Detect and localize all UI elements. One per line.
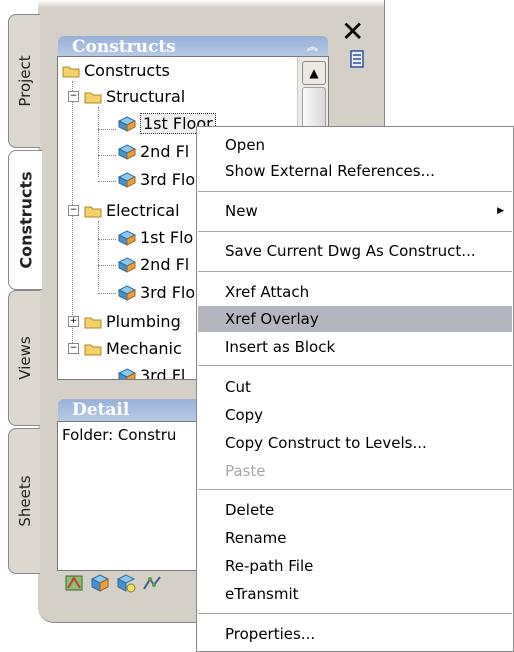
tree-node-3rd-floor[interactable]: 3rd Flo bbox=[118, 282, 195, 304]
menu-item-show-external-references[interactable]: Show External References... bbox=[198, 158, 512, 184]
tree-node-2nd-floor[interactable]: 2nd Fl bbox=[118, 254, 189, 276]
menu-item-xref-attach[interactable]: Xref Attach bbox=[198, 279, 512, 305]
menu-item-copy[interactable]: Copy bbox=[198, 402, 512, 428]
tree-node-mechanical[interactable]: Mechanic bbox=[84, 338, 182, 360]
collapse-chevron-icon[interactable]: ︽ bbox=[307, 36, 318, 58]
collapse-icon[interactable]: − bbox=[68, 91, 79, 102]
tree-node-2nd-floor[interactable]: 2nd Fl bbox=[118, 141, 189, 163]
menu-separator bbox=[198, 613, 512, 614]
add-element-icon[interactable] bbox=[89, 572, 111, 594]
menu-item-xref-overlay[interactable]: Xref Overlay bbox=[198, 306, 512, 332]
folder-icon bbox=[62, 66, 80, 78]
menu-item-cut[interactable]: Cut bbox=[198, 374, 512, 400]
tree-guide bbox=[98, 239, 116, 240]
constructs-toolbar bbox=[57, 570, 217, 596]
folder-icon bbox=[84, 92, 102, 104]
menu-item-new[interactable]: New ▶ bbox=[198, 198, 512, 224]
cube-icon bbox=[118, 368, 136, 379]
menu-item-etransmit[interactable]: eTransmit bbox=[198, 581, 512, 607]
collapse-icon[interactable]: − bbox=[68, 205, 79, 216]
tab-sheets-label: Sheets bbox=[15, 475, 34, 527]
menu-item-copy-construct-to-levels[interactable]: Copy Construct to Levels... bbox=[198, 430, 512, 456]
tree-node-label: 2nd Fl bbox=[140, 255, 190, 274]
detail-panel: Folder: Constru bbox=[57, 421, 219, 571]
tab-project[interactable]: Project bbox=[8, 14, 40, 148]
folder-icon bbox=[84, 344, 102, 356]
tree-guide bbox=[98, 181, 116, 182]
tab-views-label: Views bbox=[15, 336, 34, 380]
tree-guide bbox=[98, 293, 116, 294]
menu-separator bbox=[198, 365, 512, 366]
constructs-section-header[interactable]: Constructs ︽ bbox=[58, 36, 328, 58]
cube-icon bbox=[118, 144, 136, 160]
tree-node-label: 3rd Flo bbox=[140, 170, 196, 189]
xref-icon[interactable] bbox=[115, 572, 137, 594]
menu-separator bbox=[198, 191, 512, 192]
tree-node-3rd-floor[interactable]: 3rd Fl bbox=[118, 365, 186, 380]
expand-icon[interactable]: + bbox=[68, 316, 79, 327]
regenerate-icon[interactable] bbox=[141, 572, 163, 594]
tree-node-label: Electrical bbox=[106, 201, 180, 220]
tab-constructs-label: Constructs bbox=[16, 171, 35, 269]
constructs-section-title: Constructs bbox=[72, 37, 176, 57]
tree-node-label: Plumbing bbox=[106, 312, 181, 331]
cube-icon bbox=[118, 285, 136, 301]
tree-node-plumbing[interactable]: Plumbing bbox=[84, 311, 181, 333]
menu-item-rename[interactable]: Rename bbox=[198, 525, 512, 551]
menu-item-insert-as-block[interactable]: Insert as Block bbox=[198, 334, 512, 360]
tree-node-electrical[interactable]: Electrical bbox=[84, 200, 180, 222]
folder-icon bbox=[84, 317, 102, 329]
cube-icon bbox=[118, 172, 136, 188]
detail-section-header[interactable]: Detail bbox=[58, 399, 218, 421]
menu-separator bbox=[198, 271, 512, 272]
add-construct-icon[interactable] bbox=[63, 572, 85, 594]
tree-node-structural[interactable]: Structural bbox=[84, 86, 185, 108]
cube-icon bbox=[118, 257, 136, 273]
tree-node-label: Structural bbox=[106, 87, 186, 106]
menu-item-save-current-dwg-as-construct[interactable]: Save Current Dwg As Construct... bbox=[198, 238, 512, 264]
tree-guide bbox=[98, 129, 116, 130]
tree-node-label: Mechanic bbox=[106, 339, 182, 358]
menu-separator bbox=[198, 231, 512, 232]
tab-project-label: Project bbox=[15, 55, 34, 107]
detail-text: Folder: Constru bbox=[62, 426, 177, 444]
menu-item-paste: Paste bbox=[225, 462, 266, 480]
tree-guide bbox=[98, 221, 99, 291]
tree-node-label: Constructs bbox=[84, 61, 170, 80]
tree-node-label: 2nd Fl bbox=[140, 142, 190, 161]
tree-node-constructs[interactable]: Constructs bbox=[62, 60, 170, 82]
menu-item-open[interactable]: Open bbox=[198, 132, 512, 158]
menu-item-re-path-file[interactable]: Re-path File bbox=[198, 553, 512, 579]
detail-section-title: Detail bbox=[72, 400, 130, 420]
properties-icon[interactable] bbox=[350, 50, 364, 68]
tree-guide bbox=[98, 107, 99, 177]
tree-node-label: 3rd Flo bbox=[140, 283, 196, 302]
menu-separator bbox=[198, 489, 512, 490]
cube-icon bbox=[118, 230, 136, 246]
folder-icon bbox=[84, 206, 102, 218]
tree-node-3rd-floor[interactable]: 3rd Flo bbox=[118, 169, 195, 191]
submenu-arrow-icon: ▶ bbox=[497, 206, 504, 216]
cube-icon bbox=[118, 116, 136, 132]
collapse-icon[interactable]: − bbox=[68, 343, 79, 354]
tree-node-label: 3rd Fl bbox=[140, 366, 186, 380]
context-menu: Open Show External References... New ▶ S… bbox=[196, 126, 514, 652]
tree-guide bbox=[98, 265, 116, 266]
palette-top-edge bbox=[38, 0, 384, 8]
menu-item-properties[interactable]: Properties... bbox=[198, 621, 512, 647]
scroll-up-button[interactable]: ▲ bbox=[302, 61, 326, 85]
menu-item-delete[interactable]: Delete bbox=[198, 497, 512, 523]
tree-node-label: 1st Flo bbox=[140, 228, 194, 247]
tab-constructs[interactable]: Constructs bbox=[8, 150, 42, 290]
tab-sheets[interactable]: Sheets bbox=[8, 428, 40, 574]
tab-views[interactable]: Views bbox=[8, 290, 40, 426]
menu-item-new-label: New bbox=[225, 202, 258, 220]
tree-guide bbox=[98, 155, 116, 156]
close-icon[interactable]: ✕ bbox=[341, 18, 364, 46]
tree-node-1st-floor[interactable]: 1st Flo bbox=[118, 227, 193, 249]
